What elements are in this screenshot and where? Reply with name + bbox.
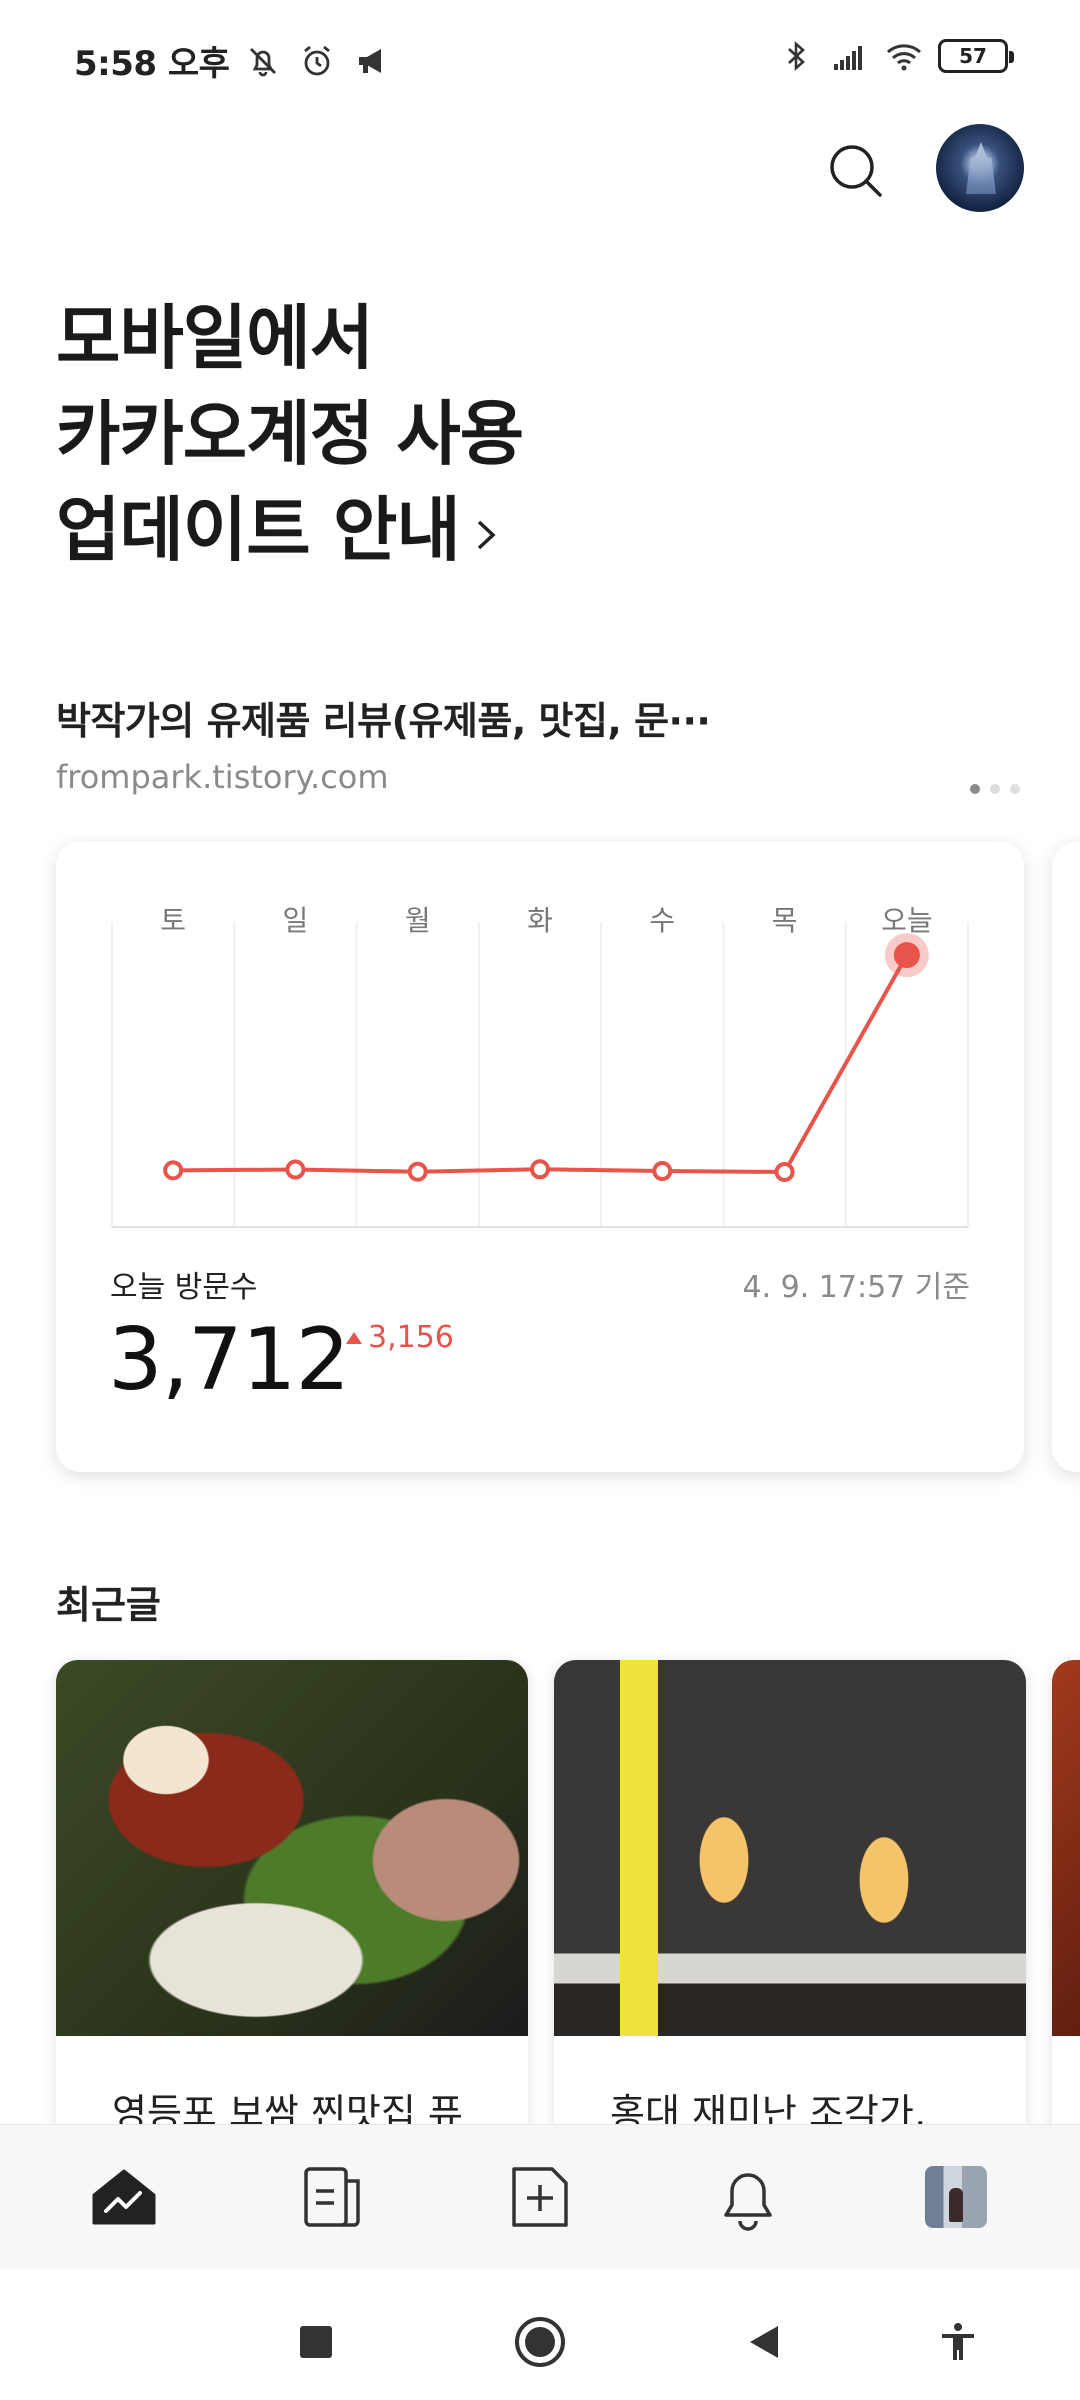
as-of-timestamp: 4. 9. 17:57 기준	[742, 1270, 970, 1305]
recent-post-card[interactable]: 홍대 재미난 조각가,	[554, 1660, 1026, 2160]
megaphone-icon	[359, 48, 382, 73]
home-button[interactable]	[512, 2314, 568, 2370]
home-icon	[515, 2317, 565, 2367]
nav-posts[interactable]	[296, 2161, 368, 2233]
write-icon	[512, 2167, 568, 2227]
chart-point	[285, 1159, 306, 1180]
chart-day-label: 월	[405, 904, 431, 937]
chart-point-today	[893, 942, 920, 969]
nav-write[interactable]	[504, 2161, 576, 2233]
status-bar: 5:58 오후 57	[0, 0, 1080, 118]
visit-count: 3,712	[108, 1310, 350, 1410]
post-thumbnail	[554, 1660, 1026, 2036]
notice-line-3-row: 업데이트 안내	[56, 482, 523, 578]
recents-button[interactable]	[288, 2314, 344, 2370]
notice-banner[interactable]: 모바일에서 카카오계정 사용 업데이트 안내	[56, 290, 524, 578]
status-bar-left: 5:58 오후	[74, 36, 391, 85]
system-nav-bar	[0, 2270, 1080, 2400]
notification-icon	[724, 2173, 772, 2231]
status-time: 5:58 오후	[74, 44, 230, 84]
signal-icon	[834, 46, 862, 70]
accessibility-icon	[942, 2323, 974, 2360]
nav-stats[interactable]	[88, 2161, 160, 2233]
pager-dot	[1010, 784, 1020, 794]
my-profile-icon	[925, 2166, 987, 2228]
pager-dot	[990, 784, 1000, 794]
chart-day-label: 수	[649, 904, 675, 937]
alarm-icon	[304, 45, 331, 75]
notice-line-2: 카카오계정 사용	[56, 393, 524, 475]
chart-day-label: 토	[160, 904, 186, 937]
post-thumbnail	[56, 1660, 528, 2036]
post-thumbnail	[1052, 1660, 1080, 2036]
mute-icon	[250, 47, 277, 76]
nav-notifications[interactable]	[712, 2161, 784, 2233]
recent-post-card-peek[interactable]	[1052, 1660, 1080, 2160]
back-icon	[750, 2326, 778, 2358]
chart-day-label: 오늘	[881, 904, 933, 937]
visitor-stats-card[interactable]: 토 일 월 화 수 목 오늘 오늘 방문수 4. 9. 17:57 기준 3,712 3,1…	[56, 842, 1024, 1472]
card-pager	[970, 784, 1020, 794]
visit-delta-value: 3,156	[368, 1320, 454, 1355]
stats-icon	[92, 2169, 156, 2225]
recent-post-card[interactable]: 영등포 보쌈 찐맛집 퓨	[56, 1660, 528, 2160]
notice-line-3: 업데이트 안내	[56, 489, 461, 571]
chart-point	[530, 1159, 550, 1180]
wifi-icon	[887, 44, 921, 71]
increase-arrow-icon	[346, 1331, 362, 1344]
visitor-chart: 토 일 월 화 수 목 오늘	[111, 904, 969, 1228]
battery-icon: 57	[938, 39, 1014, 73]
recents-icon	[300, 2326, 332, 2358]
visit-label: 오늘 방문수	[110, 1270, 258, 1305]
profile-avatar[interactable]	[936, 124, 1024, 212]
chart-series-line	[173, 954, 909, 1174]
chart-day-label: 화	[527, 904, 553, 937]
recent-posts-title: 최근글	[56, 1583, 161, 1627]
next-card-peek[interactable]	[1052, 842, 1080, 1472]
bluetooth-icon	[788, 41, 805, 71]
chart-point	[652, 1161, 673, 1182]
visit-delta: 3,156	[346, 1320, 454, 1355]
accessibility-button[interactable]	[930, 2314, 986, 2370]
blog-url: frompark.tistory.com	[56, 758, 389, 796]
chart-point	[407, 1161, 428, 1182]
back-button[interactable]	[736, 2314, 792, 2370]
nav-my-profile[interactable]	[920, 2161, 992, 2233]
chart-day-label: 일	[283, 904, 309, 937]
chart-point	[163, 1160, 184, 1181]
pager-dot-active	[970, 784, 980, 794]
status-bar-right: 57	[776, 36, 1014, 76]
battery-level: 57	[959, 44, 987, 68]
chart-day-label: 목	[772, 904, 798, 937]
blog-title[interactable]: 박작가의 유제품 리뷰(유제품, 맛집, 문···	[56, 690, 711, 745]
chevron-right-icon	[477, 520, 496, 550]
search-icon[interactable]	[820, 135, 892, 207]
posts-icon	[304, 2167, 360, 2227]
bottom-nav	[0, 2124, 1080, 2270]
chart-point	[774, 1161, 795, 1182]
notice-line-1: 모바일에서	[56, 297, 374, 379]
